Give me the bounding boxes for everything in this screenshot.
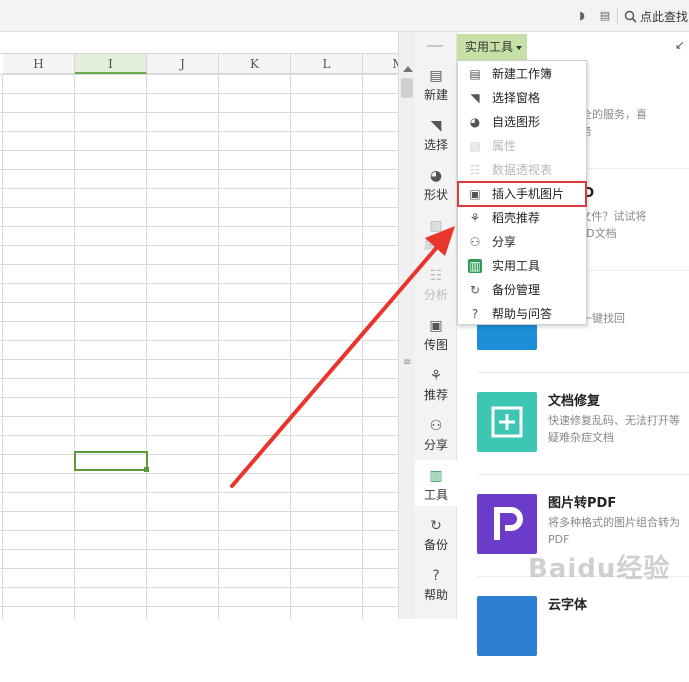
watermark: Baidu经验 [528,554,671,584]
annotation-arrow [230,226,455,488]
